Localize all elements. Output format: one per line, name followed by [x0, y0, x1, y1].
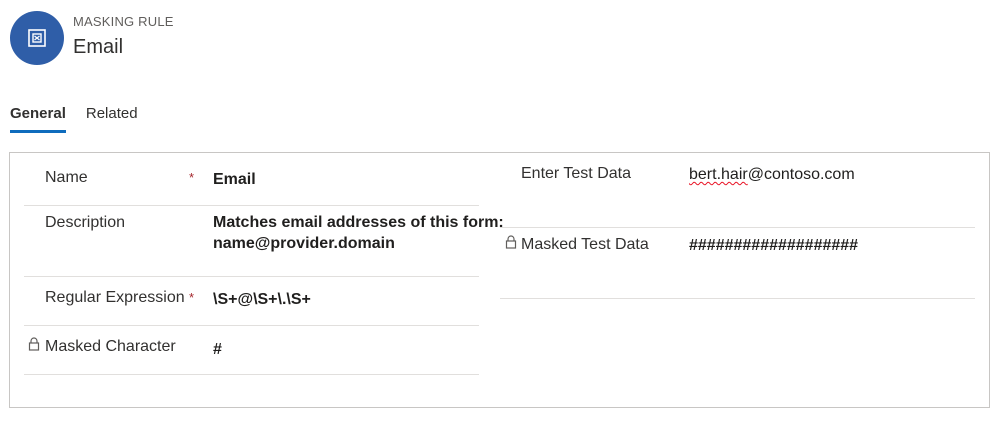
record-title: Email [73, 36, 124, 58]
record-header: MASKING RULE Email [10, 10, 173, 66]
general-form-section: Name * Email Description Matches email a… [9, 152, 990, 408]
tab-related[interactable]: Related [86, 104, 138, 133]
masking-rule-icon [28, 29, 46, 47]
masked-character-field: # [213, 341, 222, 358]
test-data-user: bert.hair [689, 166, 748, 183]
entity-avatar [10, 11, 64, 65]
entity-type-label: MASKING RULE [73, 14, 174, 29]
description-label: Description [45, 214, 126, 231]
name-field[interactable]: Email [213, 169, 256, 190]
lock-icon [28, 337, 40, 351]
name-label: Name [45, 169, 88, 186]
divider [24, 205, 479, 206]
masked-character-label: Masked Character [45, 338, 176, 355]
test-data-domain: @contoso.com [747, 166, 855, 183]
test-data-input[interactable]: bert.hair@contoso.com [689, 164, 855, 185]
divider [24, 276, 479, 277]
divider [24, 374, 479, 375]
description-field-line2[interactable]: name@provider.domain [213, 233, 395, 254]
description-field-line1[interactable]: Matches email addresses of this form: [213, 212, 504, 233]
regex-required-indicator: * [189, 290, 195, 305]
form-tabs: General Related [10, 104, 158, 133]
test-data-label: Enter Test Data [521, 165, 631, 182]
masked-test-data-field: ################### [689, 237, 859, 254]
regex-field[interactable]: \S+@\S+\.\S+ [213, 289, 311, 310]
divider [24, 325, 479, 326]
name-required-indicator: * [189, 170, 195, 185]
lock-icon [505, 235, 517, 249]
tab-general[interactable]: General [10, 104, 66, 133]
regex-label: Regular Expression [45, 289, 185, 306]
title-block: MASKING RULE Email [73, 14, 174, 61]
divider [500, 227, 975, 228]
divider [500, 298, 975, 299]
masked-test-data-label: Masked Test Data [521, 236, 649, 253]
